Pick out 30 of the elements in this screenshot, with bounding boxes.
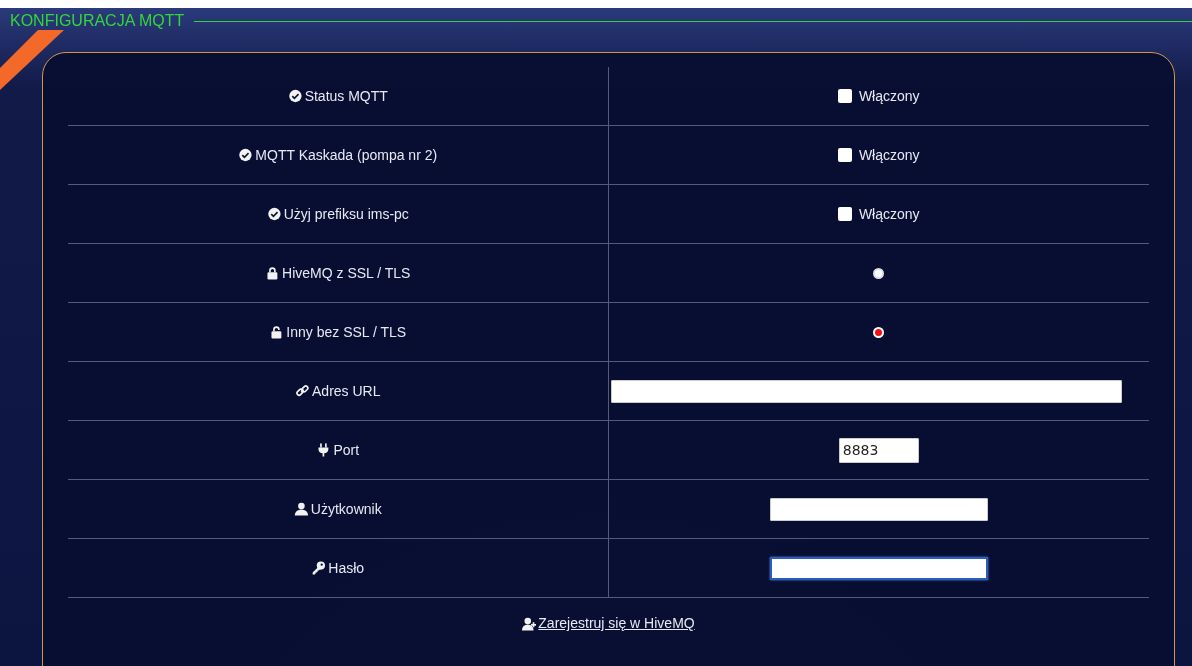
field-label: Status MQTT bbox=[287, 85, 388, 107]
checkbox[interactable] bbox=[837, 148, 852, 162]
field-label: Inny bez SSL / TLS bbox=[269, 321, 407, 343]
key-icon bbox=[311, 561, 326, 575]
register-link[interactable]: Zarejestruj się w HiveMQ bbox=[522, 613, 695, 634]
checkbox-label: Włączony bbox=[858, 145, 920, 165]
checkbox-label: Włączony bbox=[858, 86, 920, 106]
check-circle-icon bbox=[238, 148, 253, 162]
field-label: Użytkownik bbox=[293, 498, 382, 520]
field-label: Hasło bbox=[311, 557, 365, 579]
check-circle-icon bbox=[287, 89, 302, 103]
input-field[interactable] bbox=[769, 556, 988, 580]
checkbox[interactable] bbox=[837, 207, 852, 221]
unlocked-lock-icon bbox=[269, 325, 284, 339]
field-label: Adres URL bbox=[295, 380, 381, 402]
checkbox-label: Włączony bbox=[858, 204, 920, 224]
section-title: KONFIGURACJA MQTT bbox=[10, 11, 185, 31]
lock-icon bbox=[265, 266, 280, 280]
add-user-icon bbox=[522, 616, 537, 631]
plug-icon bbox=[316, 443, 331, 457]
field-label: MQTT Kaskada (pompa nr 2) bbox=[238, 144, 438, 166]
link-icon bbox=[295, 384, 309, 398]
field-label: Użyj prefiksu ims-pc bbox=[266, 203, 409, 225]
field-label: HiveMQ z SSL / TLS bbox=[265, 262, 411, 284]
user-icon bbox=[293, 502, 308, 516]
checkbox[interactable] bbox=[837, 89, 852, 103]
check-circle-icon bbox=[266, 207, 281, 221]
input-field[interactable]: 8883 bbox=[838, 437, 919, 463]
field-label: Port bbox=[316, 439, 360, 461]
radio-button[interactable] bbox=[873, 267, 885, 279]
